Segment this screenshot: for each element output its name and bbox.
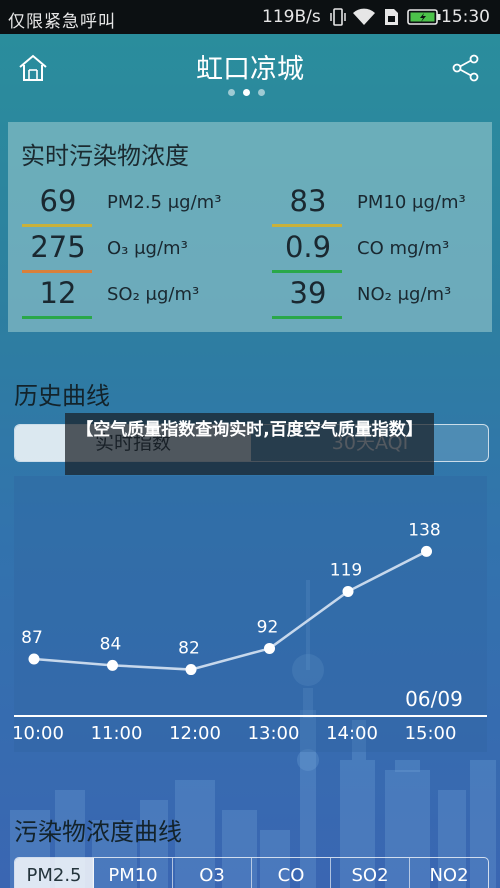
pollutant-curve-heading: 污染物浓度曲线	[14, 818, 182, 846]
share-icon[interactable]	[452, 54, 480, 86]
metric-value: 83	[289, 184, 327, 218]
data-label: 87	[21, 628, 43, 648]
metric-unit: CO mg/m³	[357, 238, 450, 259]
series-line	[33, 550, 428, 671]
vibrate-icon	[330, 8, 346, 31]
network-speed: 119B/s	[262, 7, 321, 27]
data-point	[264, 642, 275, 654]
metric-co: 0.9 CO mg/m³	[272, 228, 500, 274]
metric-o3: 275 O₃ μg/m³	[22, 228, 252, 274]
history-heading: 历史曲线	[14, 382, 110, 410]
page-dot	[228, 89, 235, 96]
metric-pm10: 83 PM10 μg/m³	[272, 182, 500, 228]
caption-overlay: 【空气质量指数查询实时,百度空气质量指数】	[65, 413, 434, 475]
metric-no2: 39 NO₂ μg/m³	[272, 274, 500, 320]
chart-date-label: 06/09	[405, 687, 463, 711]
history-chart: 87 10:00 84 11:00 82 12:00 92 13:00 119 14:00 138 1…	[12, 476, 487, 752]
metric-unit: PM2.5 μg/m³	[107, 192, 222, 213]
level-bar	[22, 316, 92, 319]
data-label: 84	[100, 634, 122, 654]
metric-value: 275	[30, 230, 86, 264]
clock: 15:30	[441, 7, 490, 27]
level-bar	[272, 316, 342, 319]
page-dot	[258, 89, 265, 96]
level-bar	[22, 224, 92, 227]
tab-pm10[interactable]: PM10	[94, 858, 173, 888]
metric-unit: O₃ μg/m³	[107, 238, 188, 259]
metric-so2: 12 SO₂ μg/m³	[22, 274, 252, 320]
wifi-icon	[352, 8, 376, 31]
tab-no2[interactable]: NO2	[410, 858, 488, 888]
metric-value: 0.9	[284, 230, 332, 264]
data-point	[185, 664, 197, 676]
metric-unit: SO₂ μg/m³	[107, 284, 200, 305]
status-bar: 仅限紧急呼叫 119B/s 15:30	[0, 0, 500, 34]
metric-unit: NO₂ μg/m³	[357, 284, 452, 305]
data-label: 138	[408, 520, 440, 540]
data-point	[107, 659, 118, 671]
caption-text: 【空气质量指数查询实时,百度空气质量指数】	[76, 420, 423, 440]
metric-unit: PM10 μg/m³	[357, 192, 466, 213]
tab-so2[interactable]: SO2	[331, 858, 410, 888]
realtime-pollutant-card: 实时污染物浓度 69 PM2.5 μg/m³ 83 PM10 μg/m³ 275…	[8, 122, 492, 332]
tab-o3[interactable]: O3	[173, 858, 252, 888]
page-indicator	[228, 81, 273, 100]
x-tick-label: 10:00	[14, 723, 64, 744]
pollutant-tab-bar: PM2.5 PM10 O3 CO SO2 NO2	[14, 857, 489, 888]
tab-pm25[interactable]: PM2.5	[15, 858, 94, 888]
x-tick-label: 13:00	[248, 723, 300, 744]
carrier-text: 仅限紧急呼叫	[8, 12, 116, 32]
sim-card-icon	[383, 8, 399, 31]
metric-value: 69	[39, 184, 77, 218]
tab-co[interactable]: CO	[252, 858, 331, 888]
data-label: 82	[178, 639, 200, 659]
metric-value: 39	[289, 276, 327, 310]
battery-icon	[407, 8, 441, 31]
x-tick-label: 11:00	[91, 723, 143, 744]
x-tick-label: 15:00	[405, 723, 457, 744]
data-point	[342, 585, 354, 597]
metric-pm25: 69 PM2.5 μg/m³	[22, 182, 252, 228]
page-dot-active	[243, 89, 250, 96]
level-bar	[272, 224, 342, 227]
x-tick-label: 12:00	[169, 723, 221, 744]
data-point	[421, 545, 432, 557]
realtime-heading: 实时污染物浓度	[21, 142, 189, 170]
history-line-chart: 87 10:00 84 11:00 82 12:00 92 13:00 119 14:00 138 1…	[12, 520, 487, 744]
level-bar	[22, 270, 92, 273]
data-label: 119	[330, 560, 362, 580]
metric-value: 12	[39, 276, 77, 310]
level-bar	[272, 270, 342, 273]
data-label: 92	[257, 617, 279, 637]
x-tick-label: 14:00	[326, 723, 378, 744]
data-point	[28, 653, 40, 665]
